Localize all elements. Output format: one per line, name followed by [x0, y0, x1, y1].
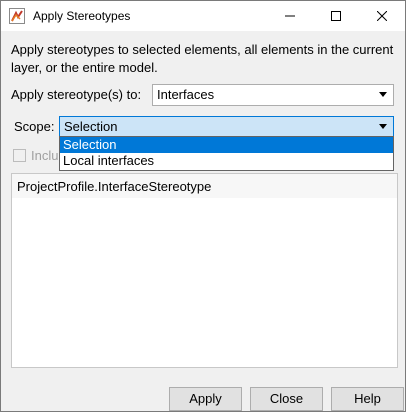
apply-stereotypes-to-select[interactable]: Interfaces — [152, 84, 394, 106]
maximize-button[interactable] — [313, 1, 359, 31]
help-button[interactable]: Help — [331, 387, 404, 411]
minimize-button[interactable] — [267, 1, 313, 31]
apply-stereotypes-to-label: Apply stereotype(s) to: — [11, 87, 142, 102]
scope-option-selection[interactable]: Selection — [60, 137, 393, 153]
maximize-icon — [331, 11, 341, 21]
chevron-down-icon — [379, 124, 387, 129]
include-checkbox[interactable] — [13, 149, 26, 162]
apply-button[interactable]: Apply — [169, 387, 242, 411]
close-icon — [377, 11, 387, 21]
scope-label: Scope: — [14, 119, 55, 134]
stereotype-list[interactable]: ProjectProfile.InterfaceStereotype — [11, 173, 398, 368]
list-item[interactable]: ProjectProfile.InterfaceStereotype — [17, 179, 211, 194]
include-checkbox-label: Inclu — [31, 148, 59, 163]
title-bar[interactable]: Apply Stereotypes — [1, 1, 405, 31]
scope-select[interactable]: Selection — [59, 116, 394, 138]
apply-stereotypes-dialog: Apply Stereotypes Apply stereotypes to s… — [0, 0, 406, 412]
close-button[interactable]: Close — [250, 387, 323, 411]
app-icon — [9, 8, 25, 24]
close-window-button[interactable] — [359, 1, 405, 31]
apply-stereotypes-to-value: Interfaces — [157, 87, 215, 102]
scope-dropdown-list: Selection Local interfaces — [59, 136, 394, 171]
scope-value: Selection — [64, 119, 118, 134]
minimize-icon — [285, 15, 295, 17]
scope-option-local-interfaces[interactable]: Local interfaces — [60, 153, 393, 169]
chevron-down-icon — [379, 92, 387, 97]
window-title: Apply Stereotypes — [33, 9, 131, 23]
dialog-description: Apply stereotypes to selected elements, … — [11, 42, 394, 75]
